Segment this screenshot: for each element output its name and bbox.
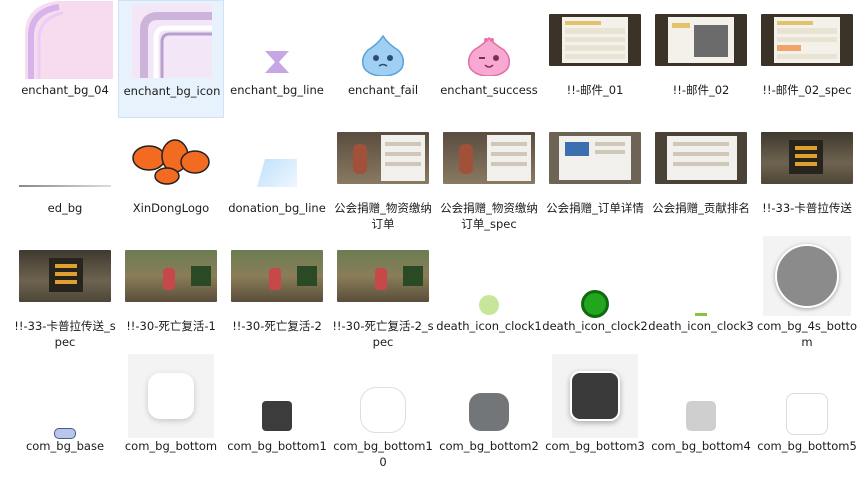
file-name: !!-33-卡普拉传送_spec bbox=[14, 319, 116, 349]
file-item[interactable]: 公会捐赠_物资缴纳订单 bbox=[330, 118, 436, 236]
game-scene-screenshot-thumb bbox=[224, 236, 330, 316]
mail-ui-screenshot-thumb bbox=[542, 0, 648, 80]
file-item[interactable]: enchant_fail bbox=[330, 0, 436, 118]
enchant-bg-icon-thumb bbox=[119, 1, 225, 81]
file-name: com_bg_4s_bottom bbox=[756, 319, 858, 349]
enchant-bg-04-thumb bbox=[12, 0, 118, 80]
file-name: com_bg_bottom bbox=[124, 439, 218, 453]
file-item[interactable]: com_bg_bottom3 bbox=[542, 354, 648, 474]
file-name: death_icon_clock2 bbox=[542, 319, 648, 333]
green-circle-thumb bbox=[542, 236, 648, 318]
xindong-logo-thumb bbox=[118, 118, 224, 198]
hourglass-thumb bbox=[224, 0, 330, 80]
mail-ui-screenshot-thumb bbox=[754, 0, 860, 80]
file-name: 公会捐赠_贡献排名 bbox=[652, 201, 750, 215]
file-item[interactable]: enchant_success bbox=[436, 0, 542, 118]
file-item[interactable]: death_icon_clock3 bbox=[648, 236, 754, 354]
file-item[interactable]: !!-33-卡普拉传送 bbox=[754, 118, 860, 236]
file-item[interactable]: !!-邮件_02_spec bbox=[754, 0, 860, 118]
file-item[interactable]: com_bg_bottom5 bbox=[754, 356, 860, 474]
blue-gradient-thumb bbox=[224, 118, 330, 198]
file-name: enchant_bg_icon bbox=[123, 84, 221, 98]
file-name: death_icon_clock3 bbox=[648, 319, 754, 333]
gray-circle-button-thumb bbox=[754, 236, 860, 316]
gray-rounded-square-thumb bbox=[436, 356, 542, 436]
file-item[interactable]: enchant_bg_04 bbox=[12, 0, 118, 118]
file-name: com_bg_bottom3 bbox=[545, 439, 645, 453]
white-rounded-square-thumb bbox=[118, 354, 224, 438]
mail-ui-screenshot-thumb bbox=[648, 0, 754, 80]
file-item[interactable]: enchant_bg_icon bbox=[118, 0, 224, 118]
file-name: donation_bg_line bbox=[228, 201, 326, 215]
file-item[interactable]: !!-30-死亡复活-2 bbox=[224, 236, 330, 354]
file-name: com_bg_bottom1 bbox=[227, 439, 327, 453]
pill-button-thumb bbox=[12, 356, 118, 439]
file-name: XinDongLogo bbox=[132, 201, 210, 215]
file-name: 公会捐赠_订单详情 bbox=[546, 201, 644, 215]
file-name: !!-30-死亡复活-2 bbox=[232, 319, 322, 333]
file-name: com_bg_bottom4 bbox=[651, 439, 751, 453]
light-gray-square-thumb bbox=[648, 356, 754, 436]
file-item[interactable]: com_bg_4s_bottom bbox=[754, 236, 860, 354]
white-circle-thumb bbox=[330, 356, 436, 436]
game-ui-screenshot-thumb bbox=[330, 118, 436, 198]
file-name: !!-邮件_01 bbox=[566, 83, 624, 97]
file-item[interactable]: com_bg_base bbox=[12, 356, 118, 474]
file-name: enchant_fail bbox=[347, 83, 419, 97]
file-item[interactable]: 公会捐赠_物资缴纳订单_spec bbox=[436, 118, 542, 236]
file-name: 公会捐赠_物资缴纳订单 bbox=[334, 201, 432, 231]
file-name: !!-33-卡普拉传送 bbox=[762, 201, 852, 215]
file-item[interactable]: !!-30-死亡复活-2_spec bbox=[330, 236, 436, 354]
game-scene-screenshot-thumb bbox=[754, 118, 860, 198]
file-name: death_icon_clock1 bbox=[436, 319, 542, 333]
file-item[interactable]: death_icon_clock1 bbox=[436, 236, 542, 354]
pink-slime-thumb bbox=[436, 0, 542, 80]
file-item[interactable]: com_bg_bottom2 bbox=[436, 356, 542, 474]
file-item[interactable]: XinDongLogo bbox=[118, 118, 224, 236]
file-item[interactable]: !!-30-死亡复活-1 bbox=[118, 236, 224, 354]
file-name: com_bg_base bbox=[25, 439, 105, 453]
file-name: !!-邮件_02_spec bbox=[762, 83, 852, 97]
file-item[interactable]: ed_bg bbox=[12, 118, 118, 236]
file-name: !!-邮件_02 bbox=[672, 83, 730, 97]
file-item[interactable]: donation_bg_line bbox=[224, 118, 330, 236]
file-name: enchant_bg_04 bbox=[21, 83, 109, 97]
blue-slime-thumb bbox=[330, 0, 436, 80]
file-item[interactable]: enchant_bg_line bbox=[224, 0, 330, 118]
file-name: enchant_success bbox=[440, 83, 538, 97]
file-name: com_bg_bottom10 bbox=[333, 439, 433, 469]
file-name: !!-30-死亡复活-1 bbox=[126, 319, 216, 333]
file-name: com_bg_bottom5 bbox=[757, 439, 857, 453]
file-name: ed_bg bbox=[47, 201, 83, 215]
dark-rounded-square-thumb bbox=[542, 354, 648, 438]
light-green-circle-thumb bbox=[436, 236, 542, 316]
file-item[interactable]: !!-邮件_02 bbox=[648, 0, 754, 118]
line-thumb bbox=[12, 118, 118, 198]
game-scene-screenshot-thumb bbox=[12, 236, 118, 316]
file-item[interactable]: 公会捐赠_订单详情 bbox=[542, 118, 648, 236]
game-scene-screenshot-thumb bbox=[118, 236, 224, 316]
dark-square-thumb bbox=[224, 356, 330, 436]
file-item[interactable]: com_bg_bottom4 bbox=[648, 356, 754, 474]
file-name: !!-30-死亡复活-2_spec bbox=[332, 319, 434, 349]
file-name: 公会捐赠_物资缴纳订单_spec bbox=[440, 201, 538, 231]
file-item[interactable]: death_icon_clock2 bbox=[542, 236, 648, 354]
white-square-thumb bbox=[754, 356, 860, 436]
file-item[interactable]: com_bg_bottom bbox=[118, 354, 224, 474]
file-item[interactable]: com_bg_bottom1 bbox=[224, 356, 330, 474]
file-item[interactable]: !!-33-卡普拉传送_spec bbox=[12, 236, 118, 354]
file-item[interactable]: !!-邮件_01 bbox=[542, 0, 648, 118]
tiny-green-thumb bbox=[648, 236, 754, 316]
game-scene-screenshot-thumb bbox=[330, 236, 436, 316]
game-ui-screenshot-thumb bbox=[648, 118, 754, 198]
game-ui-screenshot-thumb bbox=[436, 118, 542, 198]
file-item[interactable]: com_bg_bottom10 bbox=[330, 356, 436, 474]
file-grid: enchant_bg_04 enchant_bg_icon enchant_bg… bbox=[12, 0, 861, 478]
game-ui-screenshot-thumb bbox=[542, 118, 648, 198]
file-name: com_bg_bottom2 bbox=[439, 439, 539, 453]
file-item[interactable]: 公会捐赠_贡献排名 bbox=[648, 118, 754, 236]
file-name: enchant_bg_line bbox=[230, 83, 324, 97]
